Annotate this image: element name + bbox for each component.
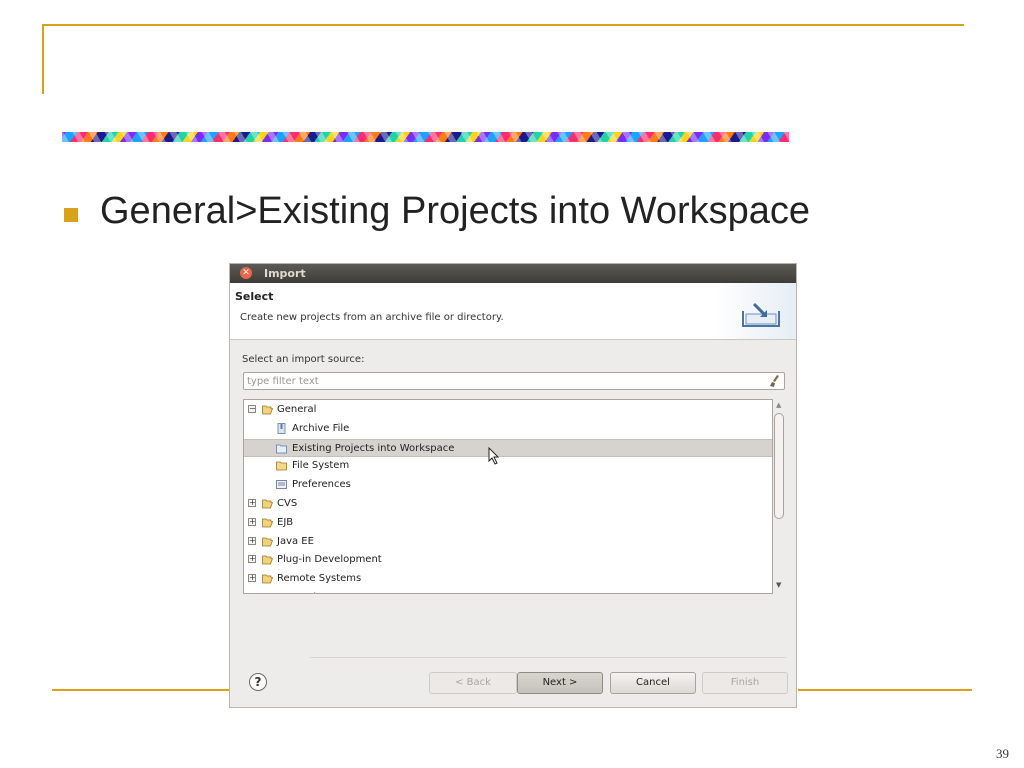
top-rule	[42, 24, 964, 26]
dialog-titlebar: ✕ Import	[230, 264, 796, 283]
tree-item-label: Existing Projects into Workspace	[292, 442, 455, 454]
tree-item[interactable]: + Java EE	[244, 533, 772, 551]
tree-item[interactable]: Archive File	[244, 420, 772, 438]
import-dialog: ✕ Import Select Create new projects from…	[229, 263, 797, 708]
project-folder-icon	[276, 443, 287, 454]
cancel-button[interactable]: Cancel	[610, 672, 696, 694]
tree-item-label: Plug-in Development	[277, 554, 382, 566]
folder-open-icon	[262, 517, 274, 528]
dialog-title: Import	[264, 267, 306, 280]
scroll-thumb[interactable]	[774, 413, 784, 519]
expand-icon[interactable]: +	[248, 517, 256, 526]
tree-item-label: Java EE	[277, 535, 314, 547]
finish-button[interactable]: Finish	[702, 672, 788, 694]
import-source-label: Select an import source:	[242, 354, 365, 365]
scroll-up-arrow[interactable]: ▲	[776, 401, 781, 409]
bottom-rule-left	[52, 689, 230, 691]
tree-item[interactable]: Existing Projects into Workspace	[244, 438, 772, 457]
tree-item[interactable]: + CVS	[244, 495, 772, 513]
clear-filter-icon[interactable]	[770, 375, 780, 387]
tree-item-label: File System	[292, 460, 350, 472]
import-source-tree[interactable]: − General Archive File Existing Projects in…	[243, 399, 773, 594]
folder-open-icon	[262, 498, 274, 509]
tree-item-label: Remote Systems	[277, 573, 362, 585]
collapse-icon[interactable]: −	[248, 405, 256, 413]
folder-open-icon	[262, 554, 274, 565]
import-wizard-icon	[742, 302, 780, 327]
folder-open-icon	[262, 573, 274, 584]
tree-item-label: CVS	[277, 498, 298, 509]
decorative-banner	[62, 132, 789, 142]
folder-open-icon	[262, 536, 274, 547]
tree-item[interactable]: + Run/Debug	[244, 589, 772, 594]
wizard-header: Select Create new projects from an archi…	[230, 283, 796, 340]
expand-icon[interactable]: +	[248, 499, 256, 507]
left-rule	[42, 24, 44, 94]
tree-item[interactable]: − General	[244, 401, 772, 419]
expand-icon[interactable]: +	[248, 536, 256, 545]
button-bar-separator	[310, 657, 786, 658]
slide-title: General>Existing Projects into Workspace	[100, 190, 811, 232]
expand-icon[interactable]: +	[248, 574, 256, 583]
folder-icon	[276, 460, 287, 471]
wizard-page-description: Create new projects from an archive file…	[240, 312, 504, 323]
filter-box	[243, 372, 785, 390]
scroll-down-arrow[interactable]: ▼	[776, 581, 781, 589]
tree-item[interactable]: + EJB	[244, 514, 772, 532]
archive-file-icon	[276, 422, 287, 434]
close-icon[interactable]: ✕	[240, 267, 252, 279]
preferences-icon	[276, 479, 287, 490]
tree-item-label: Run/Debug	[277, 592, 332, 593]
folder-open-icon	[262, 404, 274, 415]
back-button[interactable]: < Back	[429, 672, 517, 694]
tree-item[interactable]: File System	[244, 457, 772, 475]
bottom-rule-right	[798, 689, 972, 691]
expand-icon[interactable]: +	[248, 555, 256, 564]
tree-item[interactable]: + Remote Systems	[244, 570, 772, 588]
help-icon[interactable]: ?	[249, 673, 267, 691]
tree-item-label: EJB	[277, 516, 294, 528]
wizard-page-title: Select	[235, 290, 274, 303]
expand-icon[interactable]: +	[249, 593, 256, 594]
tree-item-label: General	[277, 404, 317, 415]
tree-item[interactable]: + Plug-in Development	[244, 551, 772, 569]
filter-input[interactable]	[247, 374, 747, 388]
next-button[interactable]: Next >	[517, 672, 603, 694]
tree-item-label: Preferences	[292, 479, 351, 491]
tree-item-label: Archive File	[292, 422, 350, 434]
bullet-marker	[64, 208, 78, 222]
folder-open-icon	[262, 592, 273, 593]
tree-item[interactable]: Preferences	[244, 476, 772, 494]
page-number: 39	[996, 746, 1009, 761]
mouse-cursor-icon	[488, 447, 500, 465]
tree-scrollbar[interactable]: ▲ ▼	[773, 399, 786, 594]
